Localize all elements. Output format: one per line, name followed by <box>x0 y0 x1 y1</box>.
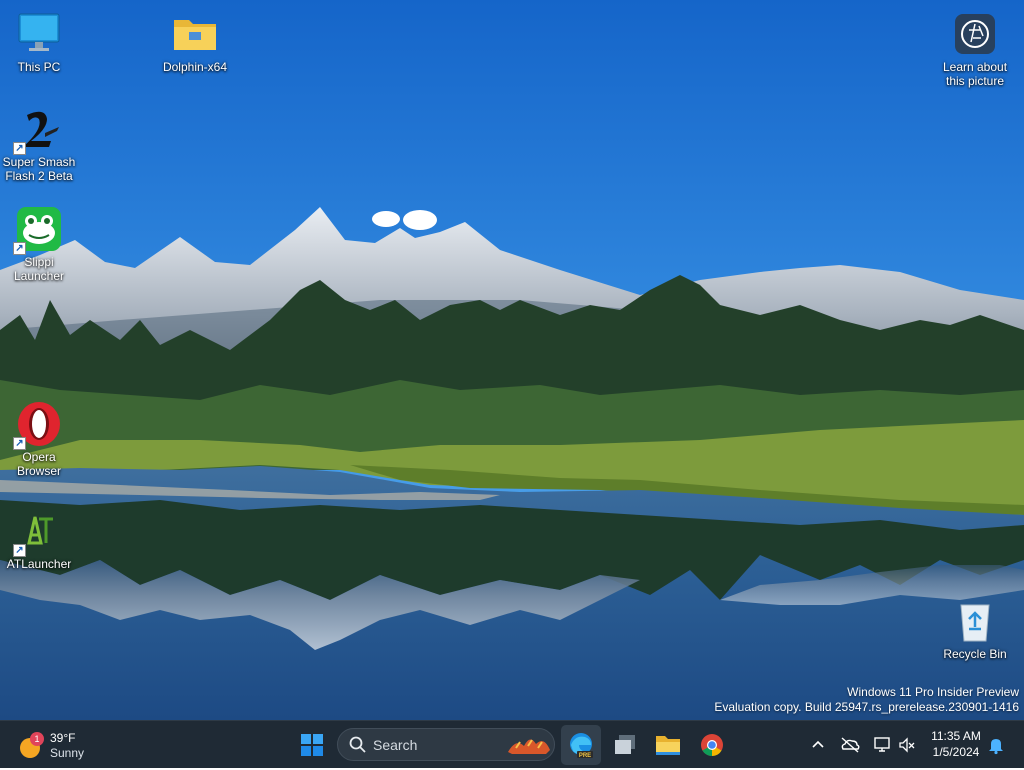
windows-start-icon <box>301 734 323 756</box>
clock-date: 1/5/2024 <box>932 745 980 759</box>
search-highlight-icon <box>508 739 550 754</box>
volume-muted-icon[interactable] <box>897 735 917 755</box>
desktop-icon-recycle-bin[interactable]: Recycle Bin <box>937 597 1013 661</box>
desktop-icon-learn-picture[interactable]: Learn about this picture <box>937 10 1013 88</box>
taskbar-chrome[interactable] <box>692 725 732 765</box>
watermark-edition: Windows 11 Pro Insider Preview <box>847 685 1019 699</box>
search-label: Search <box>373 737 418 753</box>
desktop-wallpaper <box>0 0 1024 720</box>
desktop-icon-label: Recycle Bin <box>943 647 1007 661</box>
network-icon[interactable] <box>872 735 892 755</box>
start-button[interactable] <box>292 725 332 765</box>
onedrive-offline-icon[interactable] <box>839 735 861 755</box>
svg-text:PRE: PRE <box>579 753 591 759</box>
wallpaper-landscape <box>0 0 1024 720</box>
desktop-icon-label: ATLauncher <box>6 557 72 571</box>
desktop-icon-label: Super Smash Flash 2 Beta <box>2 155 76 183</box>
desktop-icon-slippi[interactable]: ↗ Slippi Launcher <box>1 205 77 283</box>
frog-icon: ↗ <box>13 205 63 255</box>
atlauncher-icon: ↗ <box>13 507 63 557</box>
desktop-icon-atlauncher[interactable]: ↗ ATLauncher <box>1 507 77 571</box>
file-explorer-icon <box>656 736 680 755</box>
bell-icon[interactable] <box>986 735 1006 755</box>
weather-widget[interactable]: 1 39°F Sunny <box>18 729 108 761</box>
desktop-icon-ssf2[interactable]: ↗ Super Smash Flash 2 Beta <box>1 105 77 183</box>
system-tray: 11:35 AM 1/5/2024 <box>800 721 1024 769</box>
shortcut-arrow-icon: ↗ <box>13 544 26 557</box>
opera-icon: ↗ <box>13 400 63 450</box>
search-icon <box>349 736 366 753</box>
taskbar: 1 39°F Sunny Search PRE 11:35 AM 1/5/202… <box>0 720 1024 768</box>
taskbar-edge-preview[interactable]: PRE <box>561 725 601 765</box>
weather-temp: 39°F <box>50 731 76 745</box>
folder-icon <box>171 10 219 58</box>
desktop-icon-this-pc[interactable]: This PC <box>1 10 77 74</box>
desktop-icon-label: Opera Browser <box>16 450 61 478</box>
shortcut-arrow-icon: ↗ <box>13 242 26 255</box>
camera-icon <box>951 10 999 58</box>
clock[interactable]: 11:35 AM 1/5/2024 <box>924 728 988 760</box>
search-box[interactable]: Search <box>337 728 555 761</box>
build-watermark: Windows 11 Pro Insider Preview Evaluatio… <box>714 685 1019 715</box>
clock-time: 11:35 AM <box>931 729 981 743</box>
taskbar-task-view[interactable] <box>605 725 645 765</box>
monitor-icon <box>15 10 63 58</box>
desktop-icon-label: Learn about this picture <box>942 60 1008 88</box>
desktop-icon-dolphin[interactable]: Dolphin-x64 <box>157 10 233 74</box>
chevron-up-icon[interactable] <box>808 735 828 755</box>
desktop-icon-label: Dolphin-x64 <box>162 60 228 74</box>
weather-badge: 1 <box>30 732 44 746</box>
chrome-icon <box>701 734 723 756</box>
recycle-bin-icon <box>951 597 999 645</box>
desktop-icon-label: Slippi Launcher <box>13 255 65 283</box>
task-view-icon <box>615 735 635 754</box>
weather-condition: Sunny <box>50 746 85 760</box>
ssf2-icon: ↗ <box>13 105 63 155</box>
desktop-icon-opera[interactable]: ↗ Opera Browser <box>1 400 77 478</box>
desktop-icon-label: This PC <box>17 60 61 74</box>
edge-preview-icon: PRE <box>570 733 593 759</box>
shortcut-arrow-icon: ↗ <box>13 437 26 450</box>
watermark-build: Evaluation copy. Build 25947.rs_prerelea… <box>714 700 1019 714</box>
taskbar-file-explorer[interactable] <box>648 725 688 765</box>
shortcut-arrow-icon: ↗ <box>13 142 26 155</box>
